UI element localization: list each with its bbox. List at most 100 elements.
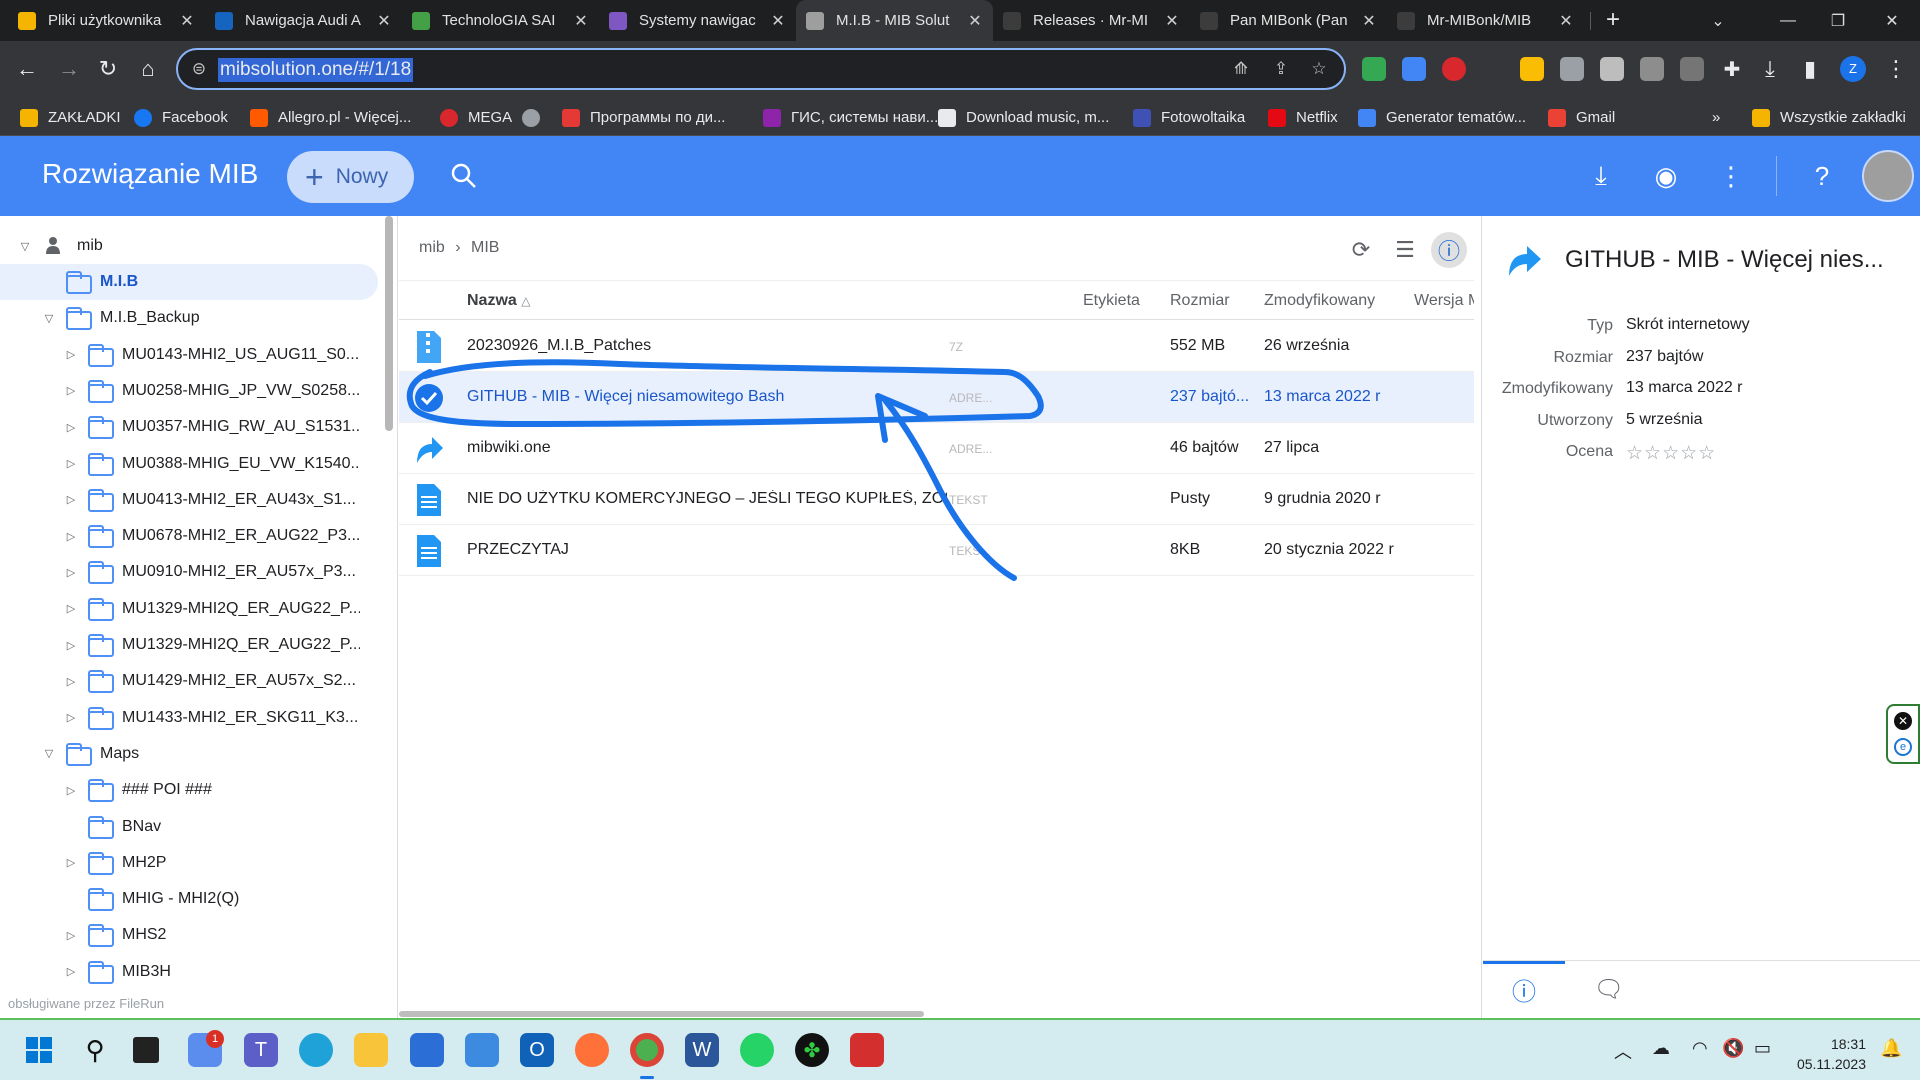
- collapsed-icon[interactable]: ▷: [64, 384, 78, 397]
- notepad-icon[interactable]: [465, 1033, 499, 1067]
- share-icon[interactable]: ⇪: [1270, 59, 1292, 81]
- bookmark-star-icon[interactable]: ☆: [1308, 59, 1330, 81]
- browser-tab[interactable]: Systemy nawigac ✕: [599, 0, 796, 41]
- side-panel-icon[interactable]: ▮: [1792, 51, 1828, 87]
- tab-close-icon[interactable]: ✕: [376, 11, 392, 31]
- tree-folder[interactable]: ▷ MU1329-MHI2Q_ER_AUG22_P...: [0, 591, 378, 627]
- col-version[interactable]: Wersja M: [1414, 292, 1474, 310]
- bookmark-item[interactable]: Fotowoltaika: [1133, 99, 1245, 136]
- col-modified[interactable]: Zmodyfikowany: [1264, 292, 1375, 310]
- collapsed-icon[interactable]: ▷: [64, 421, 78, 434]
- outlook-icon[interactable]: O: [520, 1033, 554, 1067]
- collapsed-icon[interactable]: ▷: [64, 602, 78, 615]
- user-avatar[interactable]: [1862, 150, 1914, 202]
- sidebar-scrollbar[interactable]: [385, 216, 393, 431]
- tab-close-icon[interactable]: ✕: [1558, 11, 1574, 31]
- site-info-icon[interactable]: ⊜: [188, 59, 210, 81]
- comments-tab-icon[interactable]: 🗨: [1589, 971, 1629, 1007]
- tree-folder[interactable]: ▷ MU1433-MHI2_ER_SKG11_K3...: [0, 700, 378, 736]
- file-row[interactable]: NIE DO UŻYTKU KOMERCYJNEGO – JEŚLI TEGO …: [399, 474, 1474, 525]
- bookmark-item[interactable]: Generator tematów...: [1358, 99, 1526, 136]
- refresh-icon[interactable]: ⟳: [1343, 232, 1379, 268]
- notifications-bell-icon[interactable]: 🔔: [1880, 1038, 1902, 1059]
- extension-icon-6[interactable]: [1600, 57, 1624, 81]
- clock[interactable]: 18:31 05.11.2023: [1794, 1034, 1866, 1074]
- col-label[interactable]: Etykieta: [1083, 292, 1140, 310]
- tree-folder[interactable]: ▷ MU0357-MHIG_RW_AU_S1531...: [0, 409, 378, 445]
- store-icon[interactable]: [410, 1033, 444, 1067]
- extension-icon-7[interactable]: [1640, 57, 1664, 81]
- info-tab-icon[interactable]: ⓘ: [1504, 971, 1544, 1007]
- breadcrumb-current[interactable]: MIB: [471, 239, 499, 256]
- collapsed-icon[interactable]: ▷: [64, 675, 78, 688]
- battery-icon[interactable]: ▭: [1754, 1038, 1771, 1059]
- collapsed-icon[interactable]: ▷: [64, 856, 78, 869]
- tree-root[interactable]: ▽ mib: [0, 228, 378, 264]
- home-icon[interactable]: ⌂: [130, 51, 166, 87]
- browser-tab[interactable]: Nawigacja Audi A ✕: [205, 0, 402, 41]
- tab-close-icon[interactable]: ✕: [573, 11, 589, 31]
- preview-eye-icon[interactable]: ◉: [1648, 158, 1684, 194]
- tree-folder[interactable]: BNav: [0, 809, 378, 845]
- file-row[interactable]: 20230926_M.I.B_Patches 7Z 552 MB 26 wrześni…: [399, 321, 1474, 372]
- info-toggle-icon[interactable]: ⓘ: [1431, 232, 1467, 268]
- tree-folder[interactable]: ▷ MU0910-MHI2_ER_AU57x_P3...: [0, 554, 378, 590]
- shield-extension-icon[interactable]: [1362, 57, 1386, 81]
- address-bar[interactable]: ⊜ mibsolution.one/#/1/18 ⟰ ⇪ ☆: [176, 48, 1346, 90]
- maximize-button[interactable]: ❐: [1810, 0, 1866, 41]
- collapsed-icon[interactable]: ▷: [64, 639, 78, 652]
- rating-stars[interactable]: ☆☆☆☆☆: [1626, 442, 1716, 465]
- file-row[interactable]: GITHUB - MIB - Więcej niesamowitego Bash…: [399, 372, 1474, 423]
- tree-folder[interactable]: ▷ MU0413-MHI2_ER_AU43x_S1...: [0, 482, 378, 518]
- col-name[interactable]: Nazwa △: [467, 292, 530, 310]
- task-view-icon[interactable]: [133, 1037, 159, 1063]
- tree-folder[interactable]: ▷ MU0258-MHIG_JP_VW_S0258...: [0, 373, 378, 409]
- chrome-icon[interactable]: [630, 1033, 664, 1067]
- horizontal-scrollbar[interactable]: [399, 1011, 924, 1017]
- new-button[interactable]: + Nowy: [287, 151, 414, 203]
- browser-tab[interactable]: TechnoloGIA SAI ✕: [402, 0, 599, 41]
- extensions-puzzle-icon[interactable]: ✚: [1714, 51, 1750, 87]
- bookmark-item[interactable]: Download music, m...: [938, 99, 1109, 136]
- collapsed-icon[interactable]: ▷: [64, 493, 78, 506]
- forward-icon[interactable]: →: [51, 51, 87, 87]
- download-icon[interactable]: ⤓: [1583, 158, 1619, 194]
- tab-close-icon[interactable]: ✕: [179, 11, 195, 31]
- collapsed-icon[interactable]: ▷: [64, 965, 78, 978]
- collapsed-icon[interactable]: ▷: [64, 711, 78, 724]
- bookmark-item[interactable]: ZAKŁADKI: [20, 99, 121, 136]
- extension-icon-4[interactable]: [1520, 57, 1544, 81]
- cloud-icon[interactable]: ☁: [1652, 1038, 1670, 1059]
- tray-overflow-icon[interactable]: ︿: [1614, 1038, 1632, 1064]
- breadcrumb-root[interactable]: mib: [419, 239, 445, 256]
- browser-tab[interactable]: Mr-MIBonk/MIB ✕: [1387, 0, 1584, 41]
- tree-folder[interactable]: ▷ MU1329-MHI2Q_ER_AUG22_P...: [0, 627, 378, 663]
- app-clover-icon[interactable]: ✤: [795, 1033, 829, 1067]
- tree-folder[interactable]: ▷ MU0143-MHI2_US_AUG11_S0...: [0, 337, 378, 373]
- bookmark-item[interactable]: Allegro.pl - Więcej...: [250, 99, 411, 136]
- tree-folder[interactable]: ▷ MHS2: [0, 917, 378, 953]
- profile-avatar[interactable]: Z: [1840, 56, 1866, 82]
- edge-icon[interactable]: [299, 1033, 333, 1067]
- close-window-button[interactable]: ✕: [1864, 0, 1920, 41]
- tree-folder[interactable]: ▷ MU1429-MHI2_ER_AU57x_S2...: [0, 663, 378, 699]
- firefox-icon[interactable]: [575, 1033, 609, 1067]
- bookmark-item[interactable]: [522, 99, 550, 136]
- file-row[interactable]: mibwiki.one ADRE... 46 bajtów 27 lipca: [399, 423, 1474, 474]
- whatsapp-icon[interactable]: [740, 1033, 774, 1067]
- search-icon[interactable]: ⚲: [78, 1033, 112, 1067]
- tab-close-icon[interactable]: ✕: [967, 11, 983, 31]
- file-explorer-icon[interactable]: [354, 1033, 388, 1067]
- close-icon[interactable]: ✕: [1894, 712, 1912, 730]
- browser-tab[interactable]: M.I.B - MIB Solut ✕: [796, 0, 993, 41]
- minimize-button[interactable]: —: [1760, 0, 1816, 41]
- word-icon[interactable]: W: [685, 1033, 719, 1067]
- tree-folder[interactable]: ▷ MH2P: [0, 845, 378, 881]
- bookmark-item[interactable]: ГИС, системы нави...: [763, 99, 938, 136]
- reload-icon[interactable]: ↻: [90, 51, 126, 87]
- collapsed-icon[interactable]: ▷: [64, 348, 78, 361]
- new-tab-button[interactable]: +: [1598, 6, 1628, 36]
- bookmark-item[interactable]: Программы по ди...: [562, 99, 725, 136]
- collapsed-icon[interactable]: ▷: [64, 530, 78, 543]
- acrobat-icon[interactable]: [850, 1033, 884, 1067]
